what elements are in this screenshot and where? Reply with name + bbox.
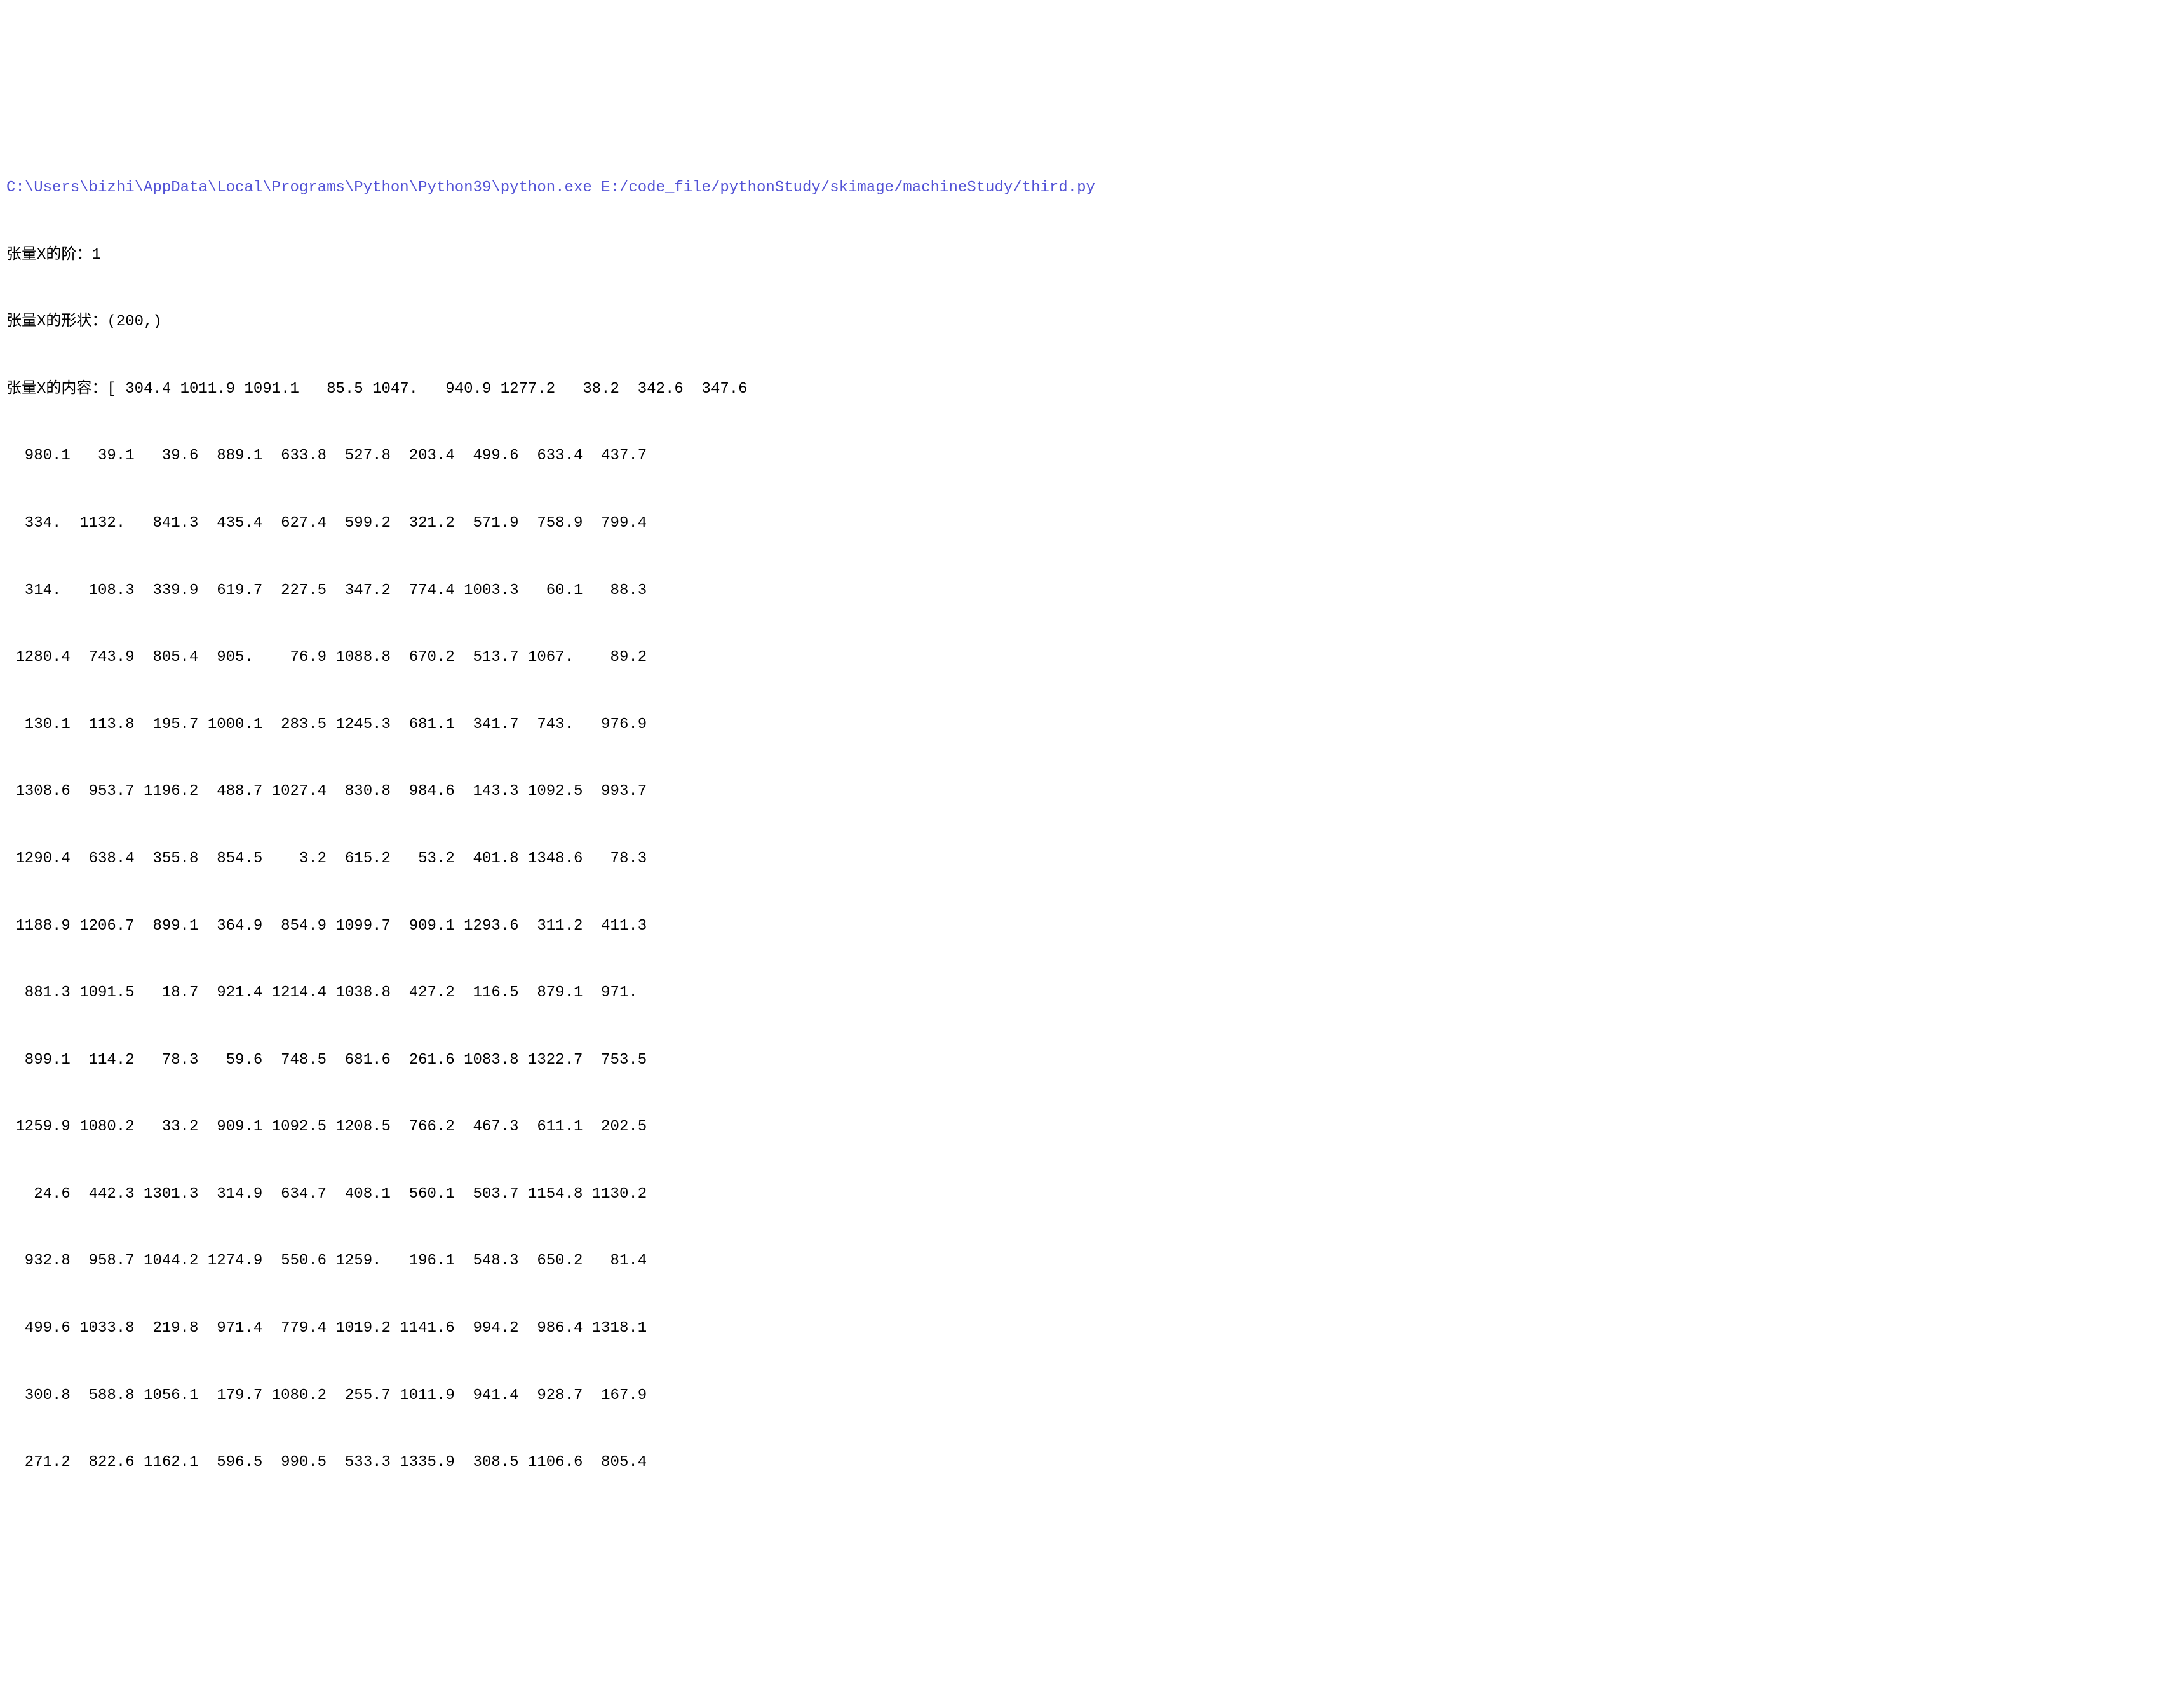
tensor-content-row: 张量X的内容：[ 304.4 1011.9 1091.1 85.5 1047. … [6,373,2184,407]
array-row: 1280.4 743.9 805.4 905. 76.9 1088.8 670.… [6,641,2184,675]
console-output: C:\Users\bizhi\AppData\Local\Programs\Py… [6,138,2184,1513]
array-row: 130.1 113.8 195.7 1000.1 283.5 1245.3 68… [6,708,2184,742]
command-line: C:\Users\bizhi\AppData\Local\Programs\Py… [6,172,2184,205]
array-row: 334. 1132. 841.3 435.4 627.4 599.2 321.2… [6,507,2184,541]
array-row: 899.1 114.2 78.3 59.6 748.5 681.6 261.6 … [6,1044,2184,1078]
tensor-rank: 张量X的阶：1 [6,239,2184,273]
array-row: 932.8 958.7 1044.2 1274.9 550.6 1259. 19… [6,1245,2184,1278]
content-prefix: 张量X的内容： [6,381,107,398]
tensor-shape: 张量X的形状：(200,) [6,306,2184,339]
array-row: 1308.6 953.7 1196.2 488.7 1027.4 830.8 9… [6,775,2184,809]
array-row: 24.6 442.3 1301.3 314.9 634.7 408.1 560.… [6,1178,2184,1212]
array-row: 271.2 822.6 1162.1 596.5 990.5 533.3 133… [6,1446,2184,1480]
array-row: 980.1 39.1 39.6 889.1 633.8 527.8 203.4 … [6,440,2184,473]
array-row: 1290.4 638.4 355.8 854.5 3.2 615.2 53.2 … [6,842,2184,876]
array-row: 300.8 588.8 1056.1 179.7 1080.2 255.7 10… [6,1379,2184,1413]
array-row: 1188.9 1206.7 899.1 364.9 854.9 1099.7 9… [6,910,2184,944]
array-row: [ 304.4 1011.9 1091.1 85.5 1047. 940.9 1… [107,381,747,398]
array-row: 499.6 1033.8 219.8 971.4 779.4 1019.2 11… [6,1312,2184,1346]
array-row: 1259.9 1080.2 33.2 909.1 1092.5 1208.5 7… [6,1111,2184,1144]
array-row: 314. 108.3 339.9 619.7 227.5 347.2 774.4… [6,574,2184,608]
array-row: 881.3 1091.5 18.7 921.4 1214.4 1038.8 42… [6,977,2184,1010]
